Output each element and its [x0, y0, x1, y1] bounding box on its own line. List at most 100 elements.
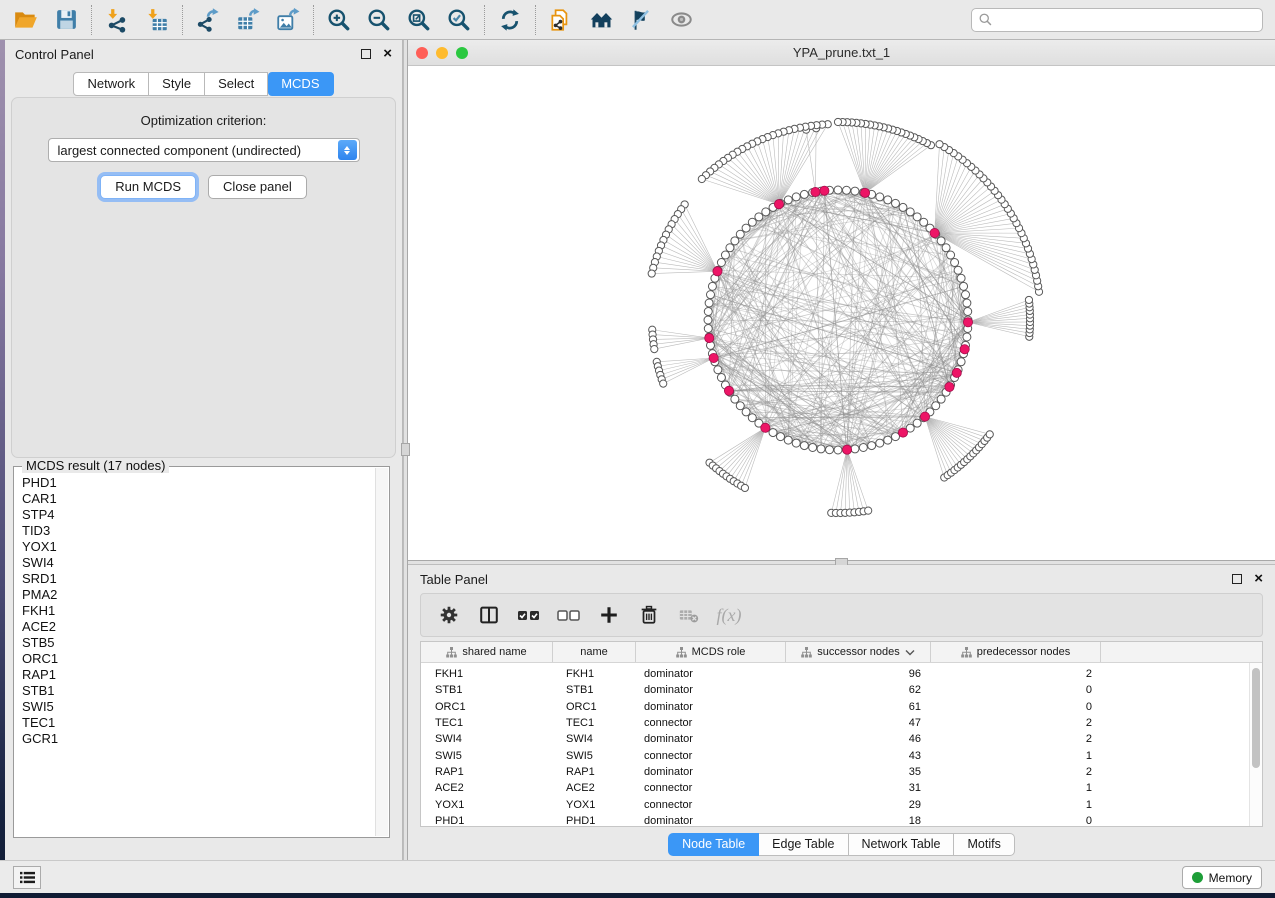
mcds-hub-node[interactable]	[898, 428, 907, 437]
mcds-node[interactable]: RAP1	[22, 667, 375, 683]
mcds-result-list[interactable]: PHD1CAR1STP4TID3YOX1SWI4SRD1PMA2FKH1ACE2…	[15, 468, 375, 836]
task-history-button[interactable]	[13, 866, 41, 889]
table-row[interactable]: SWI4SWI4dominator462	[421, 731, 1249, 747]
table-row[interactable]: TEC1TEC1connector472	[421, 715, 1249, 731]
mcds-node[interactable]: YOX1	[22, 539, 375, 555]
mcds-node[interactable]: CAR1	[22, 491, 375, 507]
delete-table-icon[interactable]	[671, 598, 707, 632]
flag-icon[interactable]	[621, 4, 661, 36]
splitter-grip[interactable]	[401, 443, 410, 456]
close-panel-button[interactable]: Close panel	[208, 175, 307, 199]
mcds-result-scrollbar[interactable]	[375, 468, 388, 836]
mcds-node[interactable]: STB1	[22, 683, 375, 699]
memory-button[interactable]: Memory	[1182, 866, 1262, 889]
export-table-icon[interactable]	[228, 4, 268, 36]
export-network-icon[interactable]	[188, 4, 228, 36]
mcds-hub-node[interactable]	[709, 353, 718, 362]
mcds-hub-node[interactable]	[960, 345, 969, 354]
mcds-hub-node[interactable]	[860, 188, 869, 197]
mcds-hub-node[interactable]	[724, 386, 733, 395]
mcds-hub-node[interactable]	[842, 445, 851, 454]
open-folder-icon[interactable]	[6, 4, 46, 36]
table-row[interactable]: YOX1YOX1connector291	[421, 796, 1249, 812]
table-row[interactable]: PHD1PHD1dominator180	[421, 813, 1249, 826]
mcds-node[interactable]: STB5	[22, 635, 375, 651]
save-icon[interactable]	[46, 4, 86, 36]
table-row[interactable]: ACE2ACE2connector311	[421, 780, 1249, 796]
settings-gear-icon[interactable]	[431, 598, 467, 632]
tab-style[interactable]: Style	[149, 72, 205, 96]
float-panel-icon[interactable]	[1232, 574, 1242, 584]
function-builder-icon[interactable]: f(x)	[711, 598, 747, 632]
mcds-node[interactable]: SWI5	[22, 699, 375, 715]
add-row-icon[interactable]	[591, 598, 627, 632]
mcds-hub-node[interactable]	[945, 382, 954, 391]
column-header-successor-nodes[interactable]: successor nodes	[786, 642, 931, 662]
mcds-node[interactable]: ACE2	[22, 619, 375, 635]
tab-network-table[interactable]: Network Table	[849, 833, 955, 856]
table-row[interactable]: RAP1RAP1dominator352	[421, 764, 1249, 780]
column-header-mcds-role[interactable]: MCDS role	[636, 642, 786, 662]
mcds-node[interactable]: GCR1	[22, 731, 375, 747]
scrollbar-thumb[interactable]	[1252, 668, 1260, 768]
criterion-select[interactable]: largest connected component (undirected)	[48, 138, 360, 162]
search-input[interactable]	[997, 11, 1256, 29]
refresh-icon[interactable]	[490, 4, 530, 36]
table-row[interactable]: STB1STB1dominator620	[421, 682, 1249, 698]
home-networks-icon[interactable]	[581, 4, 621, 36]
mcds-node[interactable]: PHD1	[22, 475, 375, 491]
mcds-hub-node[interactable]	[920, 412, 929, 421]
delete-row-icon[interactable]	[631, 598, 667, 632]
zoom-in-icon[interactable]	[319, 4, 359, 36]
import-network-icon[interactable]	[97, 4, 137, 36]
tab-node-table[interactable]: Node Table	[668, 833, 759, 856]
tab-network[interactable]: Network	[73, 72, 149, 96]
network-canvas[interactable]	[408, 66, 1275, 560]
column-header-name[interactable]: name	[553, 642, 636, 662]
mcds-node[interactable]: FKH1	[22, 603, 375, 619]
float-panel-icon[interactable]	[361, 49, 371, 59]
mcds-hub-node[interactable]	[963, 318, 972, 327]
table-scrollbar[interactable]	[1249, 663, 1262, 826]
zoom-out-icon[interactable]	[359, 4, 399, 36]
zoom-fit-icon[interactable]	[399, 4, 439, 36]
select-all-icon[interactable]	[511, 598, 547, 632]
clone-network-icon[interactable]	[541, 4, 581, 36]
unselect-all-icon[interactable]	[551, 598, 587, 632]
close-panel-icon[interactable]: ×	[1254, 574, 1263, 584]
mcds-hub-node[interactable]	[713, 267, 722, 276]
eye-icon[interactable]	[661, 4, 701, 36]
tab-select[interactable]: Select	[205, 72, 268, 96]
run-mcds-button[interactable]: Run MCDS	[100, 175, 196, 199]
mcds-node[interactable]: TID3	[22, 523, 375, 539]
zoom-selected-icon[interactable]	[439, 4, 479, 36]
mcds-node[interactable]: PMA2	[22, 587, 375, 603]
mcds-node[interactable]: SRD1	[22, 571, 375, 587]
mcds-hub-node[interactable]	[761, 423, 770, 432]
search-box[interactable]	[971, 8, 1263, 32]
mcds-hub-node[interactable]	[705, 333, 714, 342]
mcds-hub-node[interactable]	[952, 368, 961, 377]
table-row[interactable]: ORC1ORC1dominator610	[421, 699, 1249, 715]
mcds-node[interactable]: STP4	[22, 507, 375, 523]
mcds-hub-node[interactable]	[811, 187, 820, 196]
table-cell: dominator	[636, 684, 786, 696]
mcds-hub-node[interactable]	[774, 200, 783, 209]
show-columns-icon[interactable]	[471, 598, 507, 632]
export-image-icon[interactable]	[268, 4, 308, 36]
close-panel-icon[interactable]: ×	[383, 49, 392, 59]
column-header-predecessor-nodes[interactable]: predecessor nodes	[931, 642, 1101, 662]
mcds-node[interactable]: SWI4	[22, 555, 375, 571]
tab-edge-table[interactable]: Edge Table	[759, 833, 848, 856]
table-row[interactable]: SWI5SWI5connector431	[421, 747, 1249, 763]
mcds-hub-node[interactable]	[930, 228, 939, 237]
mcds-hub-node[interactable]	[820, 186, 829, 195]
column-header-shared-name[interactable]: shared name	[421, 642, 553, 662]
network-graph[interactable]	[408, 66, 1275, 560]
mcds-node[interactable]: TEC1	[22, 715, 375, 731]
tab-motifs[interactable]: Motifs	[954, 833, 1014, 856]
mcds-node[interactable]: ORC1	[22, 651, 375, 667]
tab-mcds[interactable]: MCDS	[268, 72, 333, 96]
import-table-icon[interactable]	[137, 4, 177, 36]
table-row[interactable]: FKH1FKH1dominator962	[421, 666, 1249, 682]
